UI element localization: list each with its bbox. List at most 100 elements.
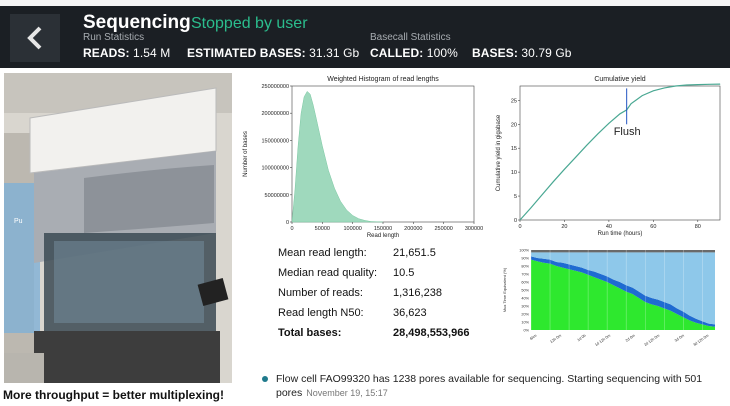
- y-tick-label: 10: [511, 170, 517, 176]
- y-tick-label: 20%: [521, 313, 529, 317]
- y-tick-label: 80%: [521, 265, 529, 269]
- yield-point: [552, 181, 554, 183]
- summary-value: 28,498,553,966: [393, 327, 470, 339]
- x-tick-label: 80: [695, 224, 701, 230]
- x-tick-label: 1d 0h: [577, 334, 587, 343]
- yield-point: [619, 113, 621, 115]
- y-tick-label: 60%: [521, 281, 529, 285]
- y-tick-label: 50%: [521, 289, 529, 293]
- notification-text: Flow cell FAO99320 has 1238 pores availa…: [263, 372, 723, 400]
- reads-label: READS:: [83, 46, 130, 60]
- mux-time-chart: 0% 10% 20% 30% 40% 50% 60% 70% 80% 90% 100% 6hm 12h …: [502, 249, 715, 346]
- y-tick-label: 50000000: [265, 193, 289, 199]
- y-tick-label: 250000000: [261, 84, 289, 90]
- run-title: Sequencing: [83, 12, 191, 33]
- y-tick-label: 5: [514, 194, 517, 200]
- chevron-left-icon: [27, 26, 42, 50]
- x-tick-label: 100000: [343, 226, 361, 232]
- yield-point: [719, 83, 721, 85]
- x-tick-label: 12h 0m: [549, 334, 562, 345]
- x-tick-label: 2d 12h 0m: [643, 334, 660, 346]
- y-tick-label: 0: [514, 218, 517, 224]
- estimated-bases-stat: ESTIMATED BASES: 31.31 Gb: [187, 46, 359, 60]
- x-tick-label: 50000: [315, 226, 330, 232]
- yield-point: [664, 87, 665, 89]
- x-tick-label: 200000: [404, 226, 422, 232]
- x-axis-label: Read length: [367, 233, 399, 239]
- basecall-stats-heading: Basecall Statistics: [370, 32, 451, 43]
- mux-series-area: [531, 250, 715, 253]
- y-tick-label: 0%: [524, 329, 530, 333]
- y-tick-label: 100%: [519, 249, 529, 253]
- summary-label: Mean read length:: [278, 247, 367, 259]
- yield-point: [686, 84, 688, 86]
- bases-label: BASES:: [472, 46, 518, 60]
- chart-title: Weighted Histogram of read lengths: [327, 76, 439, 83]
- plot-frame: [519, 85, 721, 221]
- back-button[interactable]: [10, 14, 60, 62]
- yield-point: [608, 122, 610, 124]
- bases-value: 30.79 Gb: [521, 46, 572, 60]
- bases-stat: BASES: 30.79 Gb: [472, 46, 572, 60]
- summary-label: Total bases:: [278, 327, 342, 339]
- run-state: Stopped by user: [191, 15, 308, 32]
- photo-sign-text: Pu: [14, 218, 23, 225]
- y-tick-label: 10%: [521, 321, 529, 325]
- estimated-bases-label: ESTIMATED BASES:: [187, 46, 306, 60]
- x-tick-label: 20: [561, 224, 567, 230]
- reads-stat: READS: 1.54 M: [83, 46, 170, 60]
- summary-label: Read length N50:: [278, 307, 364, 319]
- x-tick-label: 300000: [465, 226, 483, 232]
- throughput-caption: More throughput = better multiplexing!: [3, 388, 224, 402]
- x-tick-label: 2d 0m: [625, 334, 636, 343]
- y-tick-label: 70%: [521, 273, 529, 277]
- summary-label: Median read quality:: [278, 267, 378, 279]
- y-axis-label: Mux Time Equivalent (%): [502, 267, 507, 312]
- called-stat: CALLED: 100%: [370, 46, 458, 60]
- notification-time: November 19, 15:17: [306, 388, 388, 398]
- x-tick-label: 6hm: [529, 334, 537, 342]
- summary-label: Number of reads:: [278, 287, 363, 299]
- x-tick-label: 1d 12h 0m: [594, 334, 611, 346]
- yield-point: [597, 133, 599, 135]
- x-tick-label: 3d 12h 0m: [693, 334, 710, 346]
- x-tick-label: 0: [518, 224, 521, 230]
- yield-point: [675, 85, 676, 87]
- y-tick-label: 15: [511, 146, 517, 152]
- yield-point: [641, 95, 643, 96]
- x-tick-label: 0: [290, 226, 293, 232]
- x-tick-label: 40: [606, 224, 612, 230]
- y-axis-label: Number of bases: [243, 131, 249, 177]
- chart-title: Cumulative yield: [594, 76, 645, 83]
- called-value: 100%: [426, 46, 458, 60]
- run-status-banner: Sequencing Stopped by user Run Statistic…: [0, 0, 730, 68]
- yield-point: [564, 168, 565, 170]
- summary-value: 36,623: [393, 307, 427, 319]
- read-length-histogram: Weighted Histogram of read lengths 0 50000…: [243, 76, 483, 239]
- yield-point: [541, 194, 543, 195]
- x-tick-label: 250000: [434, 226, 452, 232]
- pore-notification: Flow cell FAO99320 has 1238 pores availa…: [262, 372, 723, 400]
- called-label: CALLED:: [370, 46, 424, 60]
- instrument-photo: Pu: [4, 73, 232, 383]
- reads-value: 1.54 M: [133, 46, 171, 60]
- yield-point: [697, 84, 699, 85]
- y-axis-label: Cumulative yield in gigabase: [496, 114, 502, 191]
- summary-value: 21,651.5: [393, 247, 436, 259]
- info-dot-icon: [262, 376, 268, 382]
- x-tick-label: 60: [650, 224, 656, 230]
- x-tick-label: 150000: [374, 226, 392, 232]
- y-tick-label: 200000000: [261, 111, 289, 117]
- summary-value: 1,316,238: [393, 287, 442, 299]
- cumulative-yield-chart: Cumulative yield 0 20 40 60 80 0 5 10 15 20 25 Run t…: [496, 76, 721, 237]
- yield-point: [630, 103, 632, 105]
- flush-annotation: Flush: [614, 126, 641, 138]
- yield-point: [530, 207, 532, 209]
- y-tick-label: 25: [511, 98, 517, 104]
- summary-value: 10.5: [393, 267, 415, 279]
- y-tick-label: 100000000: [261, 166, 289, 172]
- x-axis-label: Run time (hours): [598, 231, 643, 237]
- x-tick-label: 3d 0m: [674, 334, 685, 343]
- yield-point: [575, 156, 576, 158]
- y-tick-label: 40%: [521, 297, 529, 301]
